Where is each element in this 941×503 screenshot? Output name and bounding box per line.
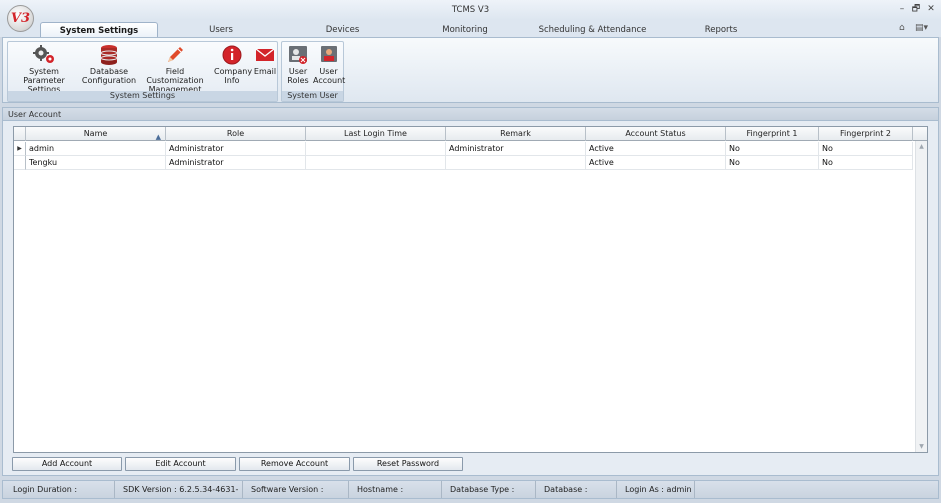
group-label-system-settings: System Settings	[8, 91, 277, 101]
vertical-scrollbar[interactable]: ▲ ▼	[915, 141, 927, 452]
company-info-label-1: Company	[214, 67, 253, 76]
group-system-user: User Roles User Account System User	[281, 41, 346, 102]
column-header-account-status[interactable]: Account Status	[586, 127, 726, 141]
status-sdk-version: SDK Version : 6.2.5.34-4631-02	[115, 481, 243, 503]
user-account-label-1: User	[319, 67, 338, 76]
user-roles-icon	[289, 46, 307, 64]
field-customization-label-1: Field Customization	[146, 67, 204, 85]
grid-header: Name ▲ Role Last Login Time Remark Accou…	[14, 127, 927, 141]
column-header-last-login[interactable]: Last Login Time	[306, 127, 446, 141]
status-hostname: Hostname : 127.0.0.1	[349, 481, 442, 503]
scroll-down-icon[interactable]: ▼	[916, 443, 927, 450]
sort-ascending-icon: ▲	[155, 133, 161, 141]
logo-text: V3	[10, 11, 31, 26]
row-selector-current[interactable]: ▶	[14, 142, 26, 156]
email-label: Email	[253, 67, 277, 76]
options-dropdown-icon[interactable]: ▤▾	[915, 23, 928, 33]
tab-scheduling-attendance[interactable]: Scheduling & Attendance	[530, 22, 655, 38]
envelope-icon	[255, 48, 275, 61]
gears-icon	[33, 45, 54, 63]
system-parameter-settings-button[interactable]: System Parameter Settings	[10, 44, 78, 94]
table-cell[interactable]	[306, 142, 446, 156]
user-account-button[interactable]: User Account	[313, 44, 346, 85]
home-icon[interactable]: ⌂	[899, 23, 905, 33]
tab-monitoring[interactable]: Monitoring	[425, 22, 505, 38]
database-configuration-button[interactable]: Database Configuration	[80, 44, 138, 85]
field-customization-management-button[interactable]: Field Customization Management	[138, 44, 212, 94]
tab-reports[interactable]: Reports	[690, 22, 752, 38]
status-bar: Login Duration : 00:18:05 SDK Version : …	[2, 480, 939, 503]
table-cell[interactable]: No	[819, 156, 913, 170]
user-roles-label-2: Roles	[287, 76, 309, 85]
info-icon	[222, 45, 242, 65]
table-cell[interactable]	[446, 156, 586, 170]
tab-devices[interactable]: Devices	[300, 22, 385, 38]
table-cell[interactable]: Administrator	[166, 156, 306, 170]
table-cell[interactable]: Active	[586, 142, 726, 156]
company-info-label-2: Info	[224, 76, 240, 85]
group-system-settings: System Parameter Settings Database Confi…	[7, 41, 278, 102]
status-software-version: Software Version : v2.0.2	[243, 481, 349, 503]
tab-system-settings[interactable]: System Settings	[40, 22, 158, 38]
panel-title: User Account	[3, 108, 938, 121]
user-roles-button[interactable]: User Roles	[283, 44, 313, 85]
status-database: Database : tcmsv3	[536, 481, 617, 503]
close-button[interactable]: ✕	[925, 3, 937, 15]
user-roles-label-1: User	[288, 67, 308, 76]
user-account-grid[interactable]: Name ▲ Role Last Login Time Remark Accou…	[13, 126, 928, 453]
reset-password-button[interactable]: Reset Password	[353, 457, 463, 471]
status-login-as: Login As : admin	[617, 481, 695, 498]
table-cell[interactable]: Tengku	[26, 156, 166, 170]
user-account-icon	[320, 46, 337, 62]
table-cell[interactable]: Administrator	[446, 142, 586, 156]
status-database-type: Database Type : MDB	[442, 481, 536, 503]
user-account-panel: User Account Name ▲ Role Last Login Time…	[2, 107, 939, 476]
column-header-remark[interactable]: Remark	[446, 127, 586, 141]
table-cell[interactable]: Administrator	[166, 142, 306, 156]
ribbon-panel: System Parameter Settings Database Confi…	[2, 37, 939, 103]
add-account-button[interactable]: Add Account	[12, 457, 122, 471]
column-header-name[interactable]: Name ▲	[26, 127, 166, 141]
pencil-icon	[168, 47, 183, 62]
company-info-button[interactable]: Company Info	[214, 44, 253, 85]
database-configuration-label-1: Database	[89, 67, 129, 76]
minimize-button[interactable]: –	[896, 3, 908, 15]
row-header-corner	[14, 127, 26, 141]
status-login-duration: Login Duration : 00:18:05	[5, 481, 115, 503]
restore-button[interactable]: 🗗	[910, 3, 922, 15]
scroll-up-icon[interactable]: ▲	[916, 143, 927, 150]
table-cell[interactable]: No	[819, 142, 913, 156]
database-configuration-label-2: Configuration	[81, 76, 137, 85]
table-cell[interactable]: No	[726, 142, 819, 156]
edit-account-button[interactable]: Edit Account	[125, 457, 236, 471]
column-header-fingerprint-2[interactable]: Fingerprint 2	[819, 127, 913, 141]
table-cell[interactable]: No	[726, 156, 819, 170]
database-icon	[100, 45, 118, 65]
user-account-label-2: Account	[313, 76, 346, 85]
table-cell[interactable]: Active	[586, 156, 726, 170]
group-label-system-user: System User	[282, 91, 343, 101]
tab-users[interactable]: Users	[180, 22, 262, 38]
row-selector[interactable]	[14, 156, 26, 170]
system-parameter-label-1: System Parameter	[23, 67, 65, 85]
table-cell[interactable]: admin	[26, 142, 166, 156]
email-button[interactable]: Email	[252, 44, 278, 76]
column-header-role[interactable]: Role	[166, 127, 306, 141]
column-header-fingerprint-1[interactable]: Fingerprint 1	[726, 127, 819, 141]
title-bar: TCMS V3 – 🗗 ✕	[0, 0, 941, 20]
table-cell[interactable]	[306, 156, 446, 170]
window-title: TCMS V3	[451, 5, 490, 15]
app-logo[interactable]: V3	[7, 5, 34, 32]
remove-account-button[interactable]: Remove Account	[239, 457, 350, 471]
column-header-name-label: Name	[83, 129, 108, 138]
